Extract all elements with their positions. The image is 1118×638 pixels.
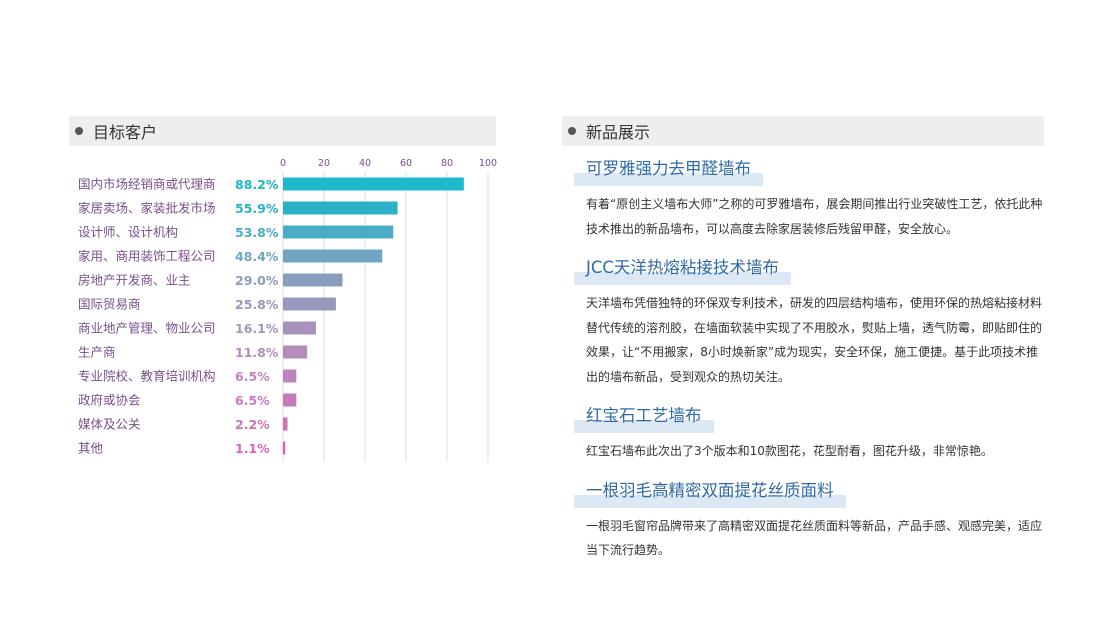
- product-title-text: JCC天洋热熔粘接技术墙布: [586, 258, 779, 277]
- product-description: 红宝石墙布此次出了3个版本和10款图花，花型耐看，图花升级，非常惊艳。: [586, 444, 993, 458]
- category-label: 专业院校、教育培训机构: [78, 369, 216, 384]
- value-label: 48.4%: [235, 249, 279, 264]
- value-label: 29.0%: [235, 273, 279, 288]
- bar: [283, 273, 343, 287]
- bar: [283, 201, 398, 215]
- bullet-dot-icon: [568, 127, 576, 135]
- product-description: 天洋墙布凭借独特的环保双专利技术，研发的四层结构墙布，使用环保的热熔粘接材料替代…: [586, 296, 1043, 384]
- product-item: 红宝石工艺墙布 红宝石墙布此次出了3个版本和10款图花，花型耐看，图花升级，非常…: [574, 405, 1044, 464]
- customer-bar-chart: 0 20 40 60 80 100 国内市场经销商或代理商 88.2% 家居卖场、家装批发市场 5…: [78, 158, 497, 462]
- bar: [283, 321, 317, 335]
- product-title: 可罗雅强力去甲醛墙布: [574, 158, 763, 186]
- value-label: 1.1%: [235, 441, 270, 456]
- category-label: 商业地产管理、物业公司: [78, 321, 216, 336]
- new-products-header: 新品展示: [562, 116, 1044, 146]
- category-label: 其他: [78, 441, 104, 456]
- product-title: 一根羽毛高精密双面提花丝质面料: [574, 480, 846, 508]
- value-label: 2.2%: [235, 417, 270, 432]
- category-label: 家居卖场、家装批发市场: [78, 201, 216, 216]
- value-label: 88.2%: [235, 177, 279, 192]
- category-label: 设计师、设计机构: [78, 225, 178, 240]
- category-label: 房地产开发商、业主: [78, 273, 191, 288]
- x-tick-label: 0: [280, 158, 286, 169]
- product-item: 一根羽毛高精密双面提花丝质面料 一根羽毛窗帘品牌带来了高精密双面提花丝质面料等新…: [574, 480, 1044, 563]
- value-label: 11.8%: [235, 345, 279, 360]
- category-label: 家用、商用装饰工程公司: [78, 249, 216, 264]
- category-label: 生产商: [78, 345, 116, 360]
- product-title-text: 一根羽毛高精密双面提花丝质面料: [586, 480, 834, 500]
- bar: [283, 225, 394, 239]
- product-description: 一根羽毛窗帘品牌带来了高精密双面提花丝质面料等新品，产品手感、观感完美，适应当下…: [586, 518, 1043, 558]
- category-label: 国内市场经销商或代理商: [78, 177, 216, 192]
- value-label: 16.1%: [235, 321, 279, 336]
- bar: [283, 393, 297, 407]
- value-label: 6.5%: [235, 369, 270, 384]
- product-item: JCC天洋热熔粘接技术墙布 天洋墙布凭借独特的环保双专利技术，研发的四层结构墙布…: [574, 257, 1044, 389]
- product-title-text: 红宝石工艺墙布: [586, 406, 702, 425]
- product-list: 可罗雅强力去甲醛墙布 有着“原创主义墙布大师”之称的可罗雅墙布，展会期间推出行业…: [574, 158, 1044, 579]
- bar: [283, 297, 336, 311]
- category-label: 媒体及公关: [78, 417, 141, 432]
- category-label: 国际贸易商: [78, 297, 141, 312]
- x-tick-label: 80: [441, 158, 453, 169]
- bar: [283, 345, 308, 359]
- bar: [283, 249, 383, 263]
- x-tick-label: 40: [359, 158, 371, 169]
- value-label: 25.8%: [235, 297, 279, 312]
- value-label: 53.8%: [235, 225, 279, 240]
- value-label: 6.5%: [235, 393, 270, 408]
- x-tick-label: 60: [400, 158, 412, 169]
- bar: [283, 441, 286, 455]
- bar: [283, 177, 464, 191]
- x-tick-label: 20: [318, 158, 330, 169]
- category-label: 政府或协会: [78, 393, 141, 408]
- product-title: JCC天洋热熔粘接技术墙布: [574, 257, 791, 285]
- section-title: 新品展示: [586, 123, 651, 142]
- value-label: 55.9%: [235, 201, 279, 216]
- product-title-text: 可罗雅强力去甲醛墙布: [586, 159, 751, 178]
- product-description: 有着“原创主义墙布大师”之称的可罗雅墙布，展会期间推出行业突破性工艺，依托此种技…: [586, 197, 1043, 236]
- product-item: 可罗雅强力去甲醛墙布 有着“原创主义墙布大师”之称的可罗雅墙布，展会期间推出行业…: [574, 158, 1044, 241]
- x-tick-label: 100: [479, 158, 497, 169]
- product-title: 红宝石工艺墙布: [574, 405, 714, 433]
- bar: [283, 369, 297, 383]
- bar: [283, 417, 288, 431]
